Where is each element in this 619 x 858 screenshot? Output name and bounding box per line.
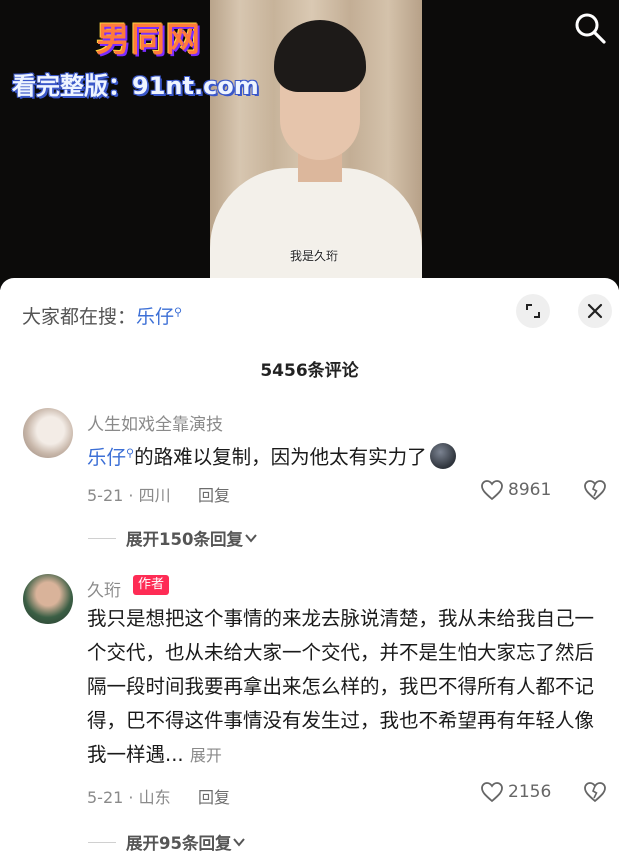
search-button[interactable] [572,10,608,46]
comment-text: 乐仔⚲的路难以复制，因为他太有实力了 [87,436,607,475]
expand-replies-button[interactable]: 展开95条回复 [88,830,247,854]
comment-sheet: 大家都在搜：乐仔⚲ 5456条评论 人生如戏全靠演技 乐仔⚲的路难以复制，因为他… [0,278,619,858]
divider [88,841,116,843]
comment-count: 5456条评论 [260,361,359,381]
search-mini-icon: ⚲ [174,305,183,319]
avatar[interactable] [23,408,73,458]
dislike-button[interactable] [583,780,607,808]
like-count: 2156 [508,782,552,802]
watermark-logo: 男同网 [96,20,201,60]
comment-username[interactable]: 人生如戏全靠演技 [87,410,223,435]
comment-text: 我只是想把这个事情的来龙去脉说清楚，我从未给我自己一个交代，也从未给大家一个交代… [87,607,595,766]
expand-button[interactable] [516,294,550,328]
chevron-down-icon [245,534,257,543]
comment-username[interactable]: 久珩 [87,576,121,601]
avatar[interactable] [23,574,73,624]
video-caption: 我是久珩 [290,249,339,263]
search-icon [575,13,606,44]
like-button[interactable]: 8961 [480,478,551,502]
hot-search-prefix: 大家都在搜： [22,306,137,328]
like-count: 8961 [508,480,552,500]
author-badge: 作者 [133,575,169,595]
reply-button[interactable]: 回复 [198,784,230,808]
video-player[interactable]: 我是久珩 男同网 看完整版：91nt.com [0,0,619,290]
emoji-icon [429,442,456,469]
mention-link[interactable]: 乐仔⚲ [87,446,134,469]
close-icon [587,303,603,319]
person-hair [274,20,366,92]
reply-button[interactable]: 回复 [198,482,230,506]
expand-icon [526,304,540,318]
watermark-url: 看完整版：91nt.com [12,72,259,100]
expand-replies-label: 展开95条回复 [126,834,232,853]
chevron-down-icon [233,838,246,847]
close-button[interactable] [578,294,612,328]
broken-heart-icon [584,480,606,501]
comment-date-location: 5-21 · 山东 [87,788,171,807]
like-button[interactable]: 2156 [480,780,551,804]
dislike-button[interactable] [583,478,607,506]
comment-date-location: 5-21 · 四川 [87,486,171,505]
video-frame: 我是久珩 [210,0,422,290]
divider [88,537,116,539]
more-link[interactable]: 展开 [190,746,222,765]
heart-icon [481,480,503,501]
hot-search-bar[interactable]: 大家都在搜：乐仔⚲ [22,302,182,329]
hot-search-term[interactable]: 乐仔 [136,306,174,328]
expand-replies-label: 展开150条回复 [126,530,243,549]
expand-replies-button[interactable]: 展开150条回复 [88,526,259,550]
person-shirt [210,168,422,290]
broken-heart-icon [584,782,606,803]
heart-icon [481,782,503,803]
